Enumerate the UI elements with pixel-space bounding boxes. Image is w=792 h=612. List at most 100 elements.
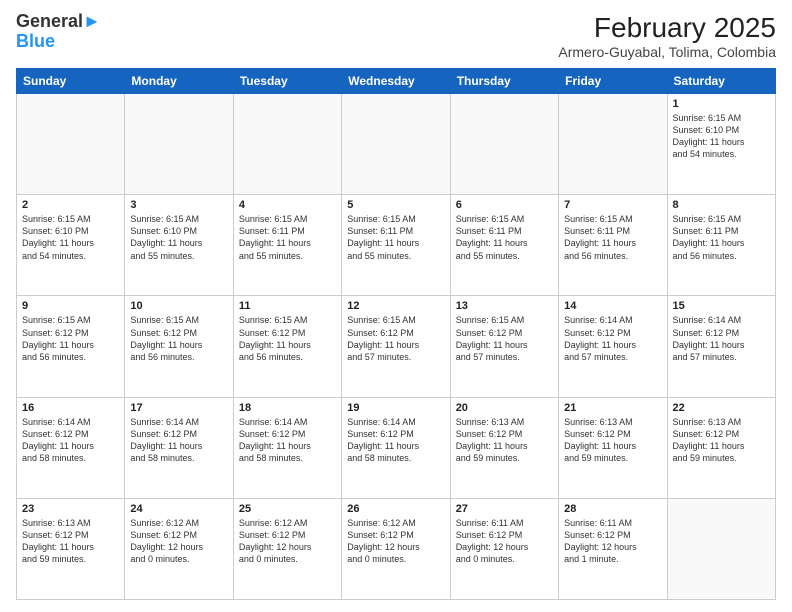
cell-info: Sunrise: 6:12 AM Sunset: 6:12 PM Dayligh… <box>347 517 444 566</box>
day-number: 28 <box>564 503 661 515</box>
week-row-1: 2 Sunrise: 6:15 AM Sunset: 6:10 PM Daylig… <box>17 195 776 296</box>
calendar-cell-w0-d2 <box>233 94 341 195</box>
calendar-cell-w3-d0: 16 Sunrise: 6:14 AM Sunset: 6:12 PM Dayli… <box>17 397 125 498</box>
col-wednesday: Wednesday <box>342 69 450 94</box>
calendar-cell-w4-d1: 24Sunrise: 6:12 AM Sunset: 6:12 PM Dayli… <box>125 498 233 599</box>
calendar-cell-w3-d1: 17 Sunrise: 6:14 AM Sunset: 6:12 PM Dayli… <box>125 397 233 498</box>
page-title: February 2025 <box>558 12 776 44</box>
cell-info: Sunrise: 6:14 AM Sunset: 6:12 PM Dayligh… <box>239 416 336 465</box>
calendar-cell-w3-d5: 21Sunrise: 6:13 AM Sunset: 6:12 PM Dayli… <box>559 397 667 498</box>
week-row-2: 9 Sunrise: 6:15 AM Sunset: 6:12 PM Daylig… <box>17 296 776 397</box>
week-row-0: 1 Sunrise: 6:15 AM Sunset: 6:10 PM Daylig… <box>17 94 776 195</box>
calendar-cell-w1-d5: 7 Sunrise: 6:15 AM Sunset: 6:11 PM Daylig… <box>559 195 667 296</box>
day-number: 17 <box>130 402 227 414</box>
cell-info: Sunrise: 6:14 AM Sunset: 6:12 PM Dayligh… <box>347 416 444 465</box>
col-saturday: Saturday <box>667 69 775 94</box>
week-row-4: 23 Sunrise: 6:13 AM Sunset: 6:12 PM Dayli… <box>17 498 776 599</box>
header: General► Blue February 2025 Armero-Guyab… <box>16 12 776 60</box>
calendar-cell-w2-d1: 10 Sunrise: 6:15 AM Sunset: 6:12 PM Dayli… <box>125 296 233 397</box>
day-number: 6 <box>456 199 553 211</box>
cell-info: Sunrise: 6:15 AM Sunset: 6:11 PM Dayligh… <box>456 213 553 262</box>
day-number: 27 <box>456 503 553 515</box>
calendar-cell-w0-d6: 1 Sunrise: 6:15 AM Sunset: 6:10 PM Daylig… <box>667 94 775 195</box>
cell-info: Sunrise: 6:15 AM Sunset: 6:10 PM Dayligh… <box>130 213 227 262</box>
cell-info: Sunrise: 6:13 AM Sunset: 6:12 PM Dayligh… <box>673 416 770 465</box>
day-number: 3 <box>130 199 227 211</box>
calendar-cell-w2-d2: 11 Sunrise: 6:15 AM Sunset: 6:12 PM Dayli… <box>233 296 341 397</box>
week-row-3: 16 Sunrise: 6:14 AM Sunset: 6:12 PM Dayli… <box>17 397 776 498</box>
calendar-cell-w3-d2: 18 Sunrise: 6:14 AM Sunset: 6:12 PM Dayli… <box>233 397 341 498</box>
cell-info: Sunrise: 6:15 AM Sunset: 6:10 PM Dayligh… <box>22 213 119 262</box>
cell-info: Sunrise: 6:15 AM Sunset: 6:11 PM Dayligh… <box>347 213 444 262</box>
calendar-cell-w2-d0: 9 Sunrise: 6:15 AM Sunset: 6:12 PM Daylig… <box>17 296 125 397</box>
day-number: 25 <box>239 503 336 515</box>
cell-info: Sunrise: 6:14 AM Sunset: 6:12 PM Dayligh… <box>22 416 119 465</box>
title-block: February 2025 Armero-Guyabal, Tolima, Co… <box>558 12 776 60</box>
day-number: 12 <box>347 300 444 312</box>
calendar-cell-w2-d5: 14Sunrise: 6:14 AM Sunset: 6:12 PM Dayli… <box>559 296 667 397</box>
cell-info: Sunrise: 6:11 AM Sunset: 6:12 PM Dayligh… <box>564 517 661 566</box>
calendar-cell-w1-d1: 3 Sunrise: 6:15 AM Sunset: 6:10 PM Daylig… <box>125 195 233 296</box>
logo-general-text: General <box>16 11 83 31</box>
logo: General► Blue <box>16 12 101 52</box>
cell-info: Sunrise: 6:15 AM Sunset: 6:12 PM Dayligh… <box>456 314 553 363</box>
day-number: 26 <box>347 503 444 515</box>
cell-info: Sunrise: 6:12 AM Sunset: 6:12 PM Dayligh… <box>239 517 336 566</box>
day-number: 4 <box>239 199 336 211</box>
calendar-cell-w0-d0 <box>17 94 125 195</box>
calendar-cell-w3-d3: 19 Sunrise: 6:14 AM Sunset: 6:12 PM Dayli… <box>342 397 450 498</box>
calendar-cell-w3-d6: 22Sunrise: 6:13 AM Sunset: 6:12 PM Dayli… <box>667 397 775 498</box>
calendar-cell-w0-d4 <box>450 94 558 195</box>
day-number: 18 <box>239 402 336 414</box>
cell-info: Sunrise: 6:15 AM Sunset: 6:11 PM Dayligh… <box>239 213 336 262</box>
day-number: 11 <box>239 300 336 312</box>
day-number: 1 <box>673 98 770 110</box>
calendar-cell-w1-d4: 6 Sunrise: 6:15 AM Sunset: 6:11 PM Daylig… <box>450 195 558 296</box>
day-number: 15 <box>673 300 770 312</box>
calendar-cell-w1-d6: 8 Sunrise: 6:15 AM Sunset: 6:11 PM Daylig… <box>667 195 775 296</box>
logo-arrow-icon: ► <box>83 11 101 31</box>
calendar-cell-w1-d2: 4 Sunrise: 6:15 AM Sunset: 6:11 PM Daylig… <box>233 195 341 296</box>
calendar-cell-w4-d3: 26 Sunrise: 6:12 AM Sunset: 6:12 PM Dayli… <box>342 498 450 599</box>
cell-info: Sunrise: 6:15 AM Sunset: 6:12 PM Dayligh… <box>347 314 444 363</box>
col-sunday: Sunday <box>17 69 125 94</box>
day-number: 23 <box>22 503 119 515</box>
calendar-cell-w0-d5 <box>559 94 667 195</box>
day-number: 20 <box>456 402 553 414</box>
cell-info: Sunrise: 6:13 AM Sunset: 6:12 PM Dayligh… <box>564 416 661 465</box>
day-number: 19 <box>347 402 444 414</box>
col-monday: Monday <box>125 69 233 94</box>
calendar-header-row: Sunday Monday Tuesday Wednesday Thursday… <box>17 69 776 94</box>
col-thursday: Thursday <box>450 69 558 94</box>
calendar-cell-w2-d6: 15 Sunrise: 6:14 AM Sunset: 6:12 PM Dayli… <box>667 296 775 397</box>
cell-info: Sunrise: 6:15 AM Sunset: 6:10 PM Dayligh… <box>673 112 770 161</box>
logo-blue-text: Blue <box>16 31 55 51</box>
day-number: 16 <box>22 402 119 414</box>
cell-info: Sunrise: 6:15 AM Sunset: 6:12 PM Dayligh… <box>239 314 336 363</box>
cell-info: Sunrise: 6:15 AM Sunset: 6:12 PM Dayligh… <box>130 314 227 363</box>
cell-info: Sunrise: 6:14 AM Sunset: 6:12 PM Dayligh… <box>564 314 661 363</box>
day-number: 8 <box>673 199 770 211</box>
cell-info: Sunrise: 6:14 AM Sunset: 6:12 PM Dayligh… <box>130 416 227 465</box>
calendar-cell-w3-d4: 20Sunrise: 6:13 AM Sunset: 6:12 PM Dayli… <box>450 397 558 498</box>
calendar-cell-w2-d3: 12 Sunrise: 6:15 AM Sunset: 6:12 PM Dayli… <box>342 296 450 397</box>
day-number: 13 <box>456 300 553 312</box>
calendar-cell-w2-d4: 13 Sunrise: 6:15 AM Sunset: 6:12 PM Dayli… <box>450 296 558 397</box>
day-number: 9 <box>22 300 119 312</box>
day-number: 2 <box>22 199 119 211</box>
calendar-cell-w4-d2: 25 Sunrise: 6:12 AM Sunset: 6:12 PM Dayli… <box>233 498 341 599</box>
calendar-cell-w4-d6 <box>667 498 775 599</box>
cell-info: Sunrise: 6:14 AM Sunset: 6:12 PM Dayligh… <box>673 314 770 363</box>
day-number: 7 <box>564 199 661 211</box>
day-number: 10 <box>130 300 227 312</box>
calendar-cell-w4-d5: 28 Sunrise: 6:11 AM Sunset: 6:12 PM Dayli… <box>559 498 667 599</box>
calendar-cell-w0-d1 <box>125 94 233 195</box>
cell-info: Sunrise: 6:15 AM Sunset: 6:11 PM Dayligh… <box>564 213 661 262</box>
calendar-cell-w1-d3: 5Sunrise: 6:15 AM Sunset: 6:11 PM Daylig… <box>342 195 450 296</box>
cell-info: Sunrise: 6:13 AM Sunset: 6:12 PM Dayligh… <box>22 517 119 566</box>
cell-info: Sunrise: 6:15 AM Sunset: 6:12 PM Dayligh… <box>22 314 119 363</box>
day-number: 24 <box>130 503 227 515</box>
calendar-table: Sunday Monday Tuesday Wednesday Thursday… <box>16 68 776 600</box>
calendar-cell-w0-d3 <box>342 94 450 195</box>
cell-info: Sunrise: 6:15 AM Sunset: 6:11 PM Dayligh… <box>673 213 770 262</box>
